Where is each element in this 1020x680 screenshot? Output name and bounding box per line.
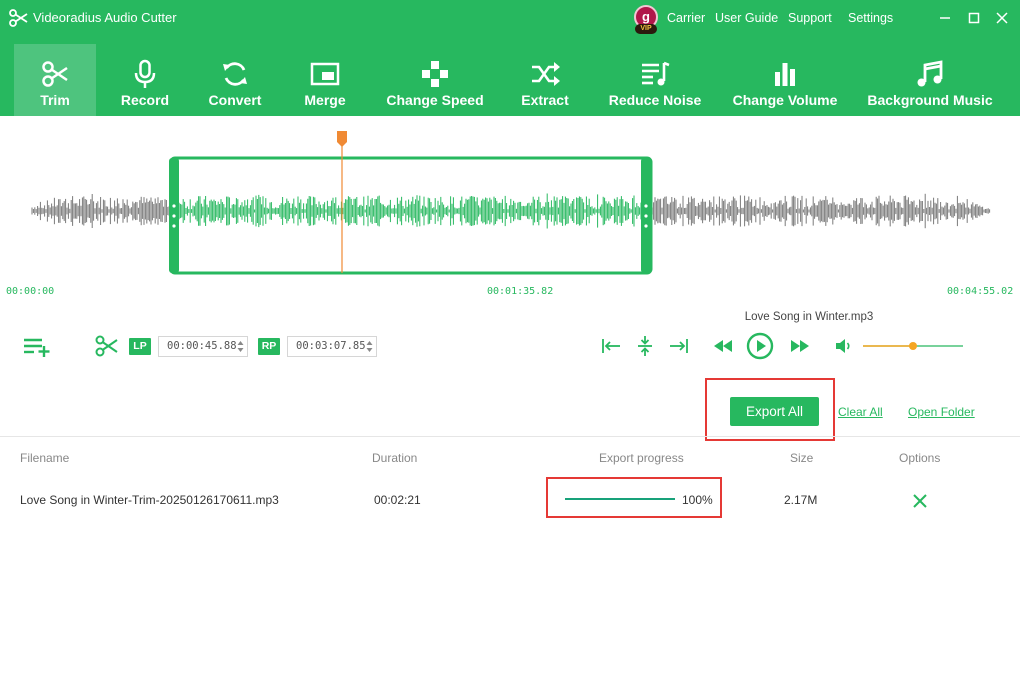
tab-label: Merge xyxy=(304,92,346,108)
maximize-icon[interactable] xyxy=(964,8,984,28)
app-header: Videoradius Audio Cutter g VIP Carrier U… xyxy=(0,0,1020,116)
tab-label: Change Speed xyxy=(386,92,484,108)
minimize-icon[interactable] xyxy=(935,8,955,28)
set-start-icon[interactable] xyxy=(601,337,621,355)
column-size: Size xyxy=(790,451,814,465)
carrier-link[interactable]: Carrier xyxy=(667,11,705,25)
play-icon[interactable] xyxy=(746,332,774,360)
vip-avatar[interactable]: g VIP xyxy=(633,5,659,34)
lp-tag: LP xyxy=(129,338,151,355)
shuffle-icon xyxy=(532,62,560,86)
row-duration: 00:02:21 xyxy=(374,493,421,507)
open-folder-link[interactable]: Open Folder xyxy=(908,405,975,419)
cut-scissors-icon[interactable] xyxy=(95,335,119,357)
column-filename: Filename xyxy=(20,451,70,465)
tab-background-music[interactable]: Background Music xyxy=(862,44,998,116)
clear-all-link[interactable]: Clear All xyxy=(838,405,883,419)
support-link[interactable]: Support xyxy=(788,11,832,25)
app-logo-icon xyxy=(9,9,28,27)
waveform-area[interactable]: 00:00:00 00:01:35.82 00:04:55.02 xyxy=(0,116,1020,306)
scissors-icon xyxy=(42,61,68,87)
row-filename: Love Song in Winter-Trim-20250126170611.… xyxy=(20,493,279,507)
start-time-label: 00:00:00 xyxy=(6,286,55,297)
tab-label: Background Music xyxy=(867,92,993,108)
tab-label: Change Volume xyxy=(732,92,838,108)
playhead-marker[interactable] xyxy=(337,131,347,147)
set-end-icon[interactable] xyxy=(669,337,689,355)
volume-bars-icon xyxy=(775,63,795,86)
column-export-progress: Export progress xyxy=(599,451,684,465)
row-size: 2.17M xyxy=(784,493,818,507)
title-bar: Videoradius Audio Cutter g VIP Carrier U… xyxy=(0,0,1020,36)
row-progress-text: 100% xyxy=(682,493,713,507)
column-options: Options xyxy=(899,451,941,465)
tab-extract[interactable]: Extract xyxy=(506,44,584,116)
vip-badge: VIP xyxy=(635,24,657,34)
tab-label: Extract xyxy=(521,92,569,108)
microphone-icon xyxy=(134,59,156,88)
tab-record[interactable]: Record xyxy=(106,44,184,116)
waveform[interactable] xyxy=(0,116,1020,286)
lp-time-input[interactable]: 00:00:45.88 xyxy=(158,336,248,357)
lp-spinner-icon[interactable] xyxy=(237,340,244,353)
volume-slider[interactable] xyxy=(862,338,964,354)
tab-convert[interactable]: Convert xyxy=(196,44,274,116)
rewind-icon[interactable] xyxy=(712,339,734,353)
add-file-icon[interactable] xyxy=(22,336,52,358)
cursor-time-label: 00:01:35.82 xyxy=(487,286,554,297)
table-divider xyxy=(0,436,1020,437)
merge-icon xyxy=(310,62,340,86)
noise-icon xyxy=(642,61,670,86)
split-middle-icon[interactable] xyxy=(636,335,654,357)
tab-label: Record xyxy=(120,92,170,108)
tab-change-volume[interactable]: Change Volume xyxy=(726,44,844,116)
tab-change-speed[interactable]: Change Speed xyxy=(380,44,490,116)
tab-merge[interactable]: Merge xyxy=(286,44,364,116)
rp-spinner-icon[interactable] xyxy=(366,340,373,353)
tab-label: Convert xyxy=(208,92,262,108)
volume-knob[interactable] xyxy=(909,342,917,350)
tab-trim[interactable]: Trim xyxy=(14,44,96,116)
rp-time-value: 00:03:07.85 xyxy=(296,340,366,352)
music-note-icon xyxy=(917,60,943,87)
rp-tag: RP xyxy=(258,338,280,355)
settings-link[interactable]: Settings xyxy=(848,11,893,25)
current-filename: Love Song in Winter.mp3 xyxy=(744,311,874,323)
speaker-icon[interactable] xyxy=(834,337,854,355)
export-all-button[interactable]: Export All xyxy=(730,397,819,426)
lp-time-value: 00:00:45.88 xyxy=(167,340,237,352)
rp-time-input[interactable]: 00:03:07.85 xyxy=(287,336,377,357)
user-guide-link[interactable]: User Guide xyxy=(715,11,778,25)
convert-arrows-icon xyxy=(223,62,247,86)
tab-label: Trim xyxy=(40,92,70,108)
fast-forward-icon[interactable] xyxy=(789,339,811,353)
gamepad-icon xyxy=(422,61,448,87)
tab-label: Reduce Noise xyxy=(608,92,702,108)
remove-row-icon[interactable] xyxy=(911,492,929,510)
column-duration: Duration xyxy=(372,451,418,465)
close-icon[interactable] xyxy=(992,8,1012,28)
app-title: Videoradius Audio Cutter xyxy=(33,10,177,25)
row-progress-bar xyxy=(565,498,675,500)
tab-reduce-noise[interactable]: Reduce Noise xyxy=(602,44,708,116)
end-time-label: 00:04:55.02 xyxy=(947,286,1014,297)
